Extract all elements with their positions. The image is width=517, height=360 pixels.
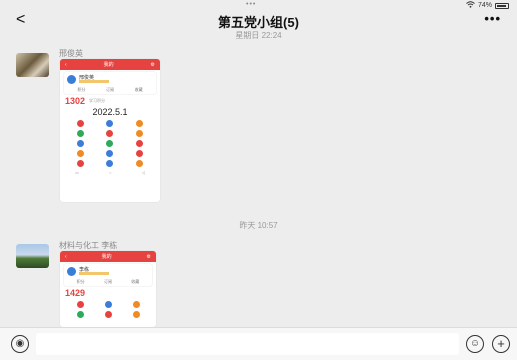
feature-icon: [135, 140, 143, 147]
status-bar: ••• 74%: [0, 0, 517, 10]
date-overlay: 2022.5.1: [92, 107, 128, 117]
voice-icon[interactable]: ◉: [11, 335, 29, 353]
shot-title: 我的: [103, 62, 114, 68]
level-bar: [79, 80, 109, 83]
score-value: 1302: [65, 96, 86, 106]
avatar[interactable]: [16, 244, 49, 268]
feature-icon: [106, 130, 114, 137]
feature-icon: [135, 150, 143, 157]
avatar: [67, 75, 76, 84]
shot-header: ‹ 我的 ⚙: [60, 251, 156, 262]
shot-title: 我的: [101, 254, 112, 260]
stat-label: 收藏: [131, 279, 140, 284]
feature-icon: [77, 150, 85, 157]
chat-title: 第五党小组(5): [218, 15, 299, 30]
feature-icon-grid: [60, 298, 156, 321]
feature-icon: [77, 140, 85, 147]
sender-name: 邢俊英: [59, 49, 83, 58]
avatar[interactable]: [16, 53, 49, 77]
feature-icon: [76, 301, 84, 308]
level-bar: [79, 272, 109, 275]
emoji-icon[interactable]: ☺: [466, 335, 484, 353]
feature-icon: [104, 301, 112, 308]
feature-icon: [77, 130, 85, 137]
feature-icon: [76, 311, 84, 318]
image-message[interactable]: ‹ 我的 ⚙ 李栋 积分 订阅 收藏 1429: [60, 251, 156, 327]
feature-icon: [106, 150, 114, 157]
feature-icon: [135, 120, 143, 127]
plus-icon[interactable]: +: [492, 335, 510, 353]
sender-name: 材料与化工 李栋: [59, 241, 118, 250]
profile-card: 李栋 积分 订阅 收藏: [64, 264, 152, 286]
avatar: [67, 267, 76, 276]
wifi-icon: [466, 1, 475, 10]
feature-icon: [135, 160, 143, 167]
stat-label: 订阅: [103, 279, 112, 284]
message-input[interactable]: [36, 333, 459, 355]
feature-icon: [106, 160, 114, 167]
status-dots: •••: [246, 1, 257, 8]
feature-icon: [132, 301, 140, 308]
stat-label: 积分: [76, 279, 85, 284]
feature-icon: [132, 311, 140, 318]
feature-icon: [106, 140, 114, 147]
timestamp: 星期日 22:24: [235, 31, 282, 40]
battery-icon: [495, 2, 509, 9]
shot-header: ‹ 我的 ⚙: [60, 59, 160, 70]
input-bar: ◉ ☺ +: [0, 327, 517, 360]
battery-percent: 74%: [477, 2, 492, 9]
feature-icon: [77, 160, 85, 167]
stat-label: 收藏: [134, 87, 143, 92]
feature-icon: [77, 120, 85, 127]
score-note: 学习积分: [89, 98, 106, 103]
feature-icon: [106, 120, 114, 127]
timestamp: 昨天 10:57: [239, 221, 278, 230]
profile-card: 邢俊英 积分 订阅 收藏: [64, 72, 156, 94]
score-value: 1429: [65, 288, 86, 298]
feature-icon-grid: [60, 117, 160, 170]
feature-icon: [135, 130, 143, 137]
stat-label: 订阅: [105, 87, 114, 92]
image-message[interactable]: ‹ 我的 ⚙ 邢俊英 积分 订阅 收藏 1302 学习积分 2022.5.1 ▭ ○ ◁: [60, 59, 160, 202]
android-nav: ▭ ○ ◁: [75, 170, 145, 175]
stat-label: 积分: [77, 87, 86, 92]
feature-icon: [104, 311, 112, 318]
chat-header: < 第五党小组(5) •••: [0, 10, 517, 30]
more-button[interactable]: •••: [484, 11, 501, 26]
